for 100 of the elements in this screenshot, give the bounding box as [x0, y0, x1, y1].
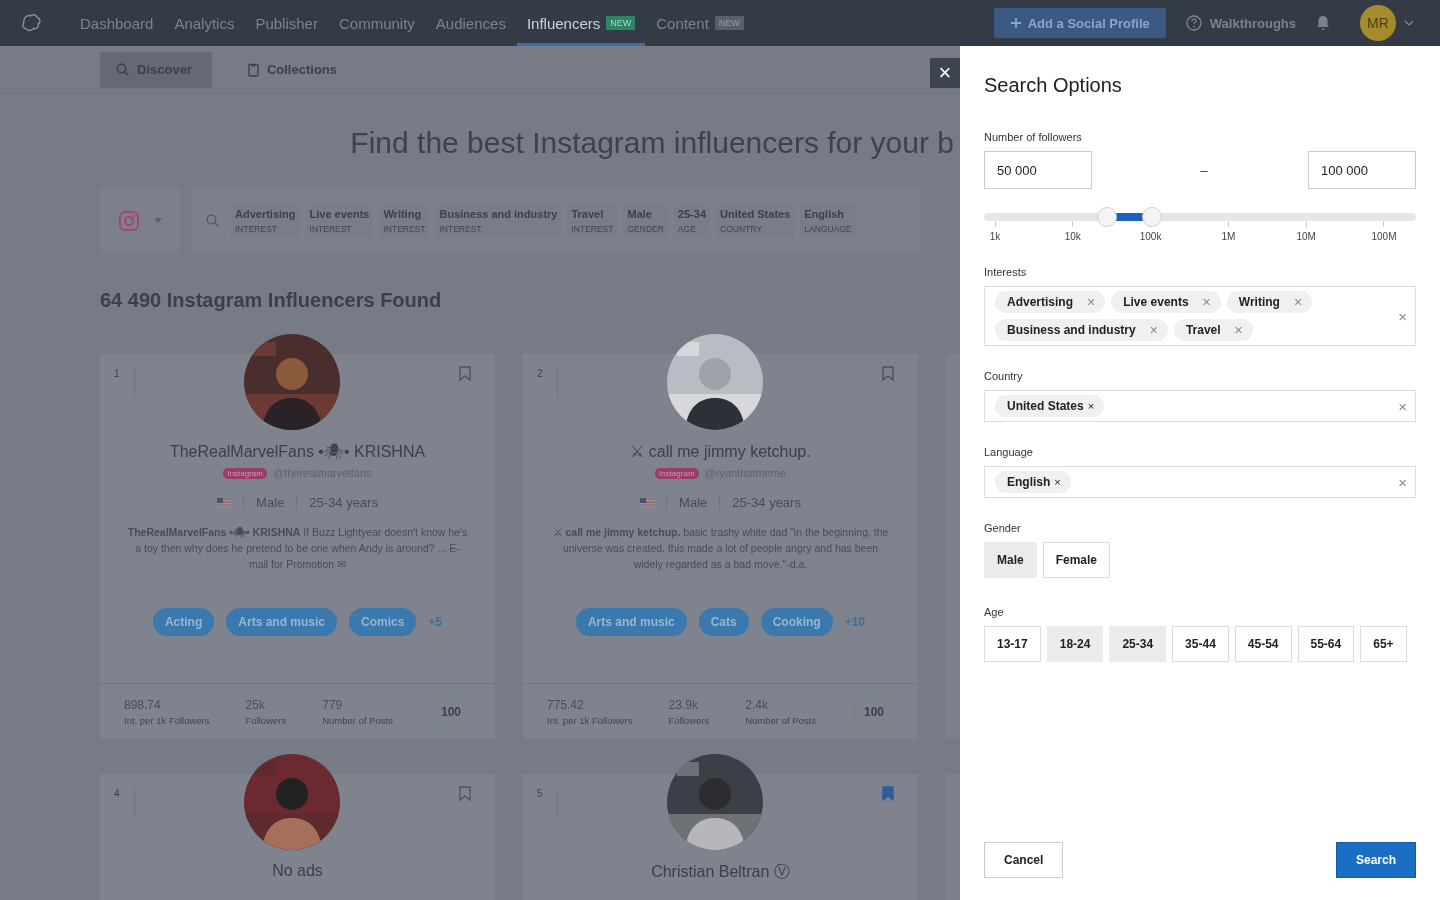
age-option[interactable]: 55-64	[1297, 626, 1355, 662]
age-option[interactable]: 18-24	[1046, 626, 1104, 662]
panel-title: Search Options	[984, 74, 1123, 97]
platform-badge: Instagram	[654, 467, 699, 479]
remove-chip-button[interactable]: ×	[1202, 296, 1211, 308]
slider-thumb[interactable]	[1142, 207, 1163, 227]
nav-tab[interactable]: Dashboard	[70, 0, 164, 46]
cancel-button[interactable]: Cancel	[984, 842, 1064, 878]
rank-number: 5	[537, 788, 558, 818]
tick-label: 10M	[1296, 231, 1316, 242]
us-flag-icon	[640, 497, 655, 508]
tick-label: 1M	[1221, 231, 1236, 242]
nav-tab[interactable]: Audiences	[425, 0, 516, 46]
multi-select-field[interactable]: English × ×	[984, 466, 1416, 498]
remove-chip-button[interactable]: ×	[1149, 324, 1158, 336]
platform-badge: Instagram	[223, 467, 267, 479]
search-icon	[116, 63, 129, 76]
rank-number: 1	[114, 368, 135, 398]
interest-tag[interactable]: Acting	[152, 608, 215, 636]
page-headline: Find the best Instagram influencers for your b	[350, 126, 954, 160]
remove-chip-button[interactable]: ×	[1293, 296, 1303, 308]
field-label: Age	[984, 606, 1005, 618]
nav-tab[interactable]: Publisher	[245, 0, 328, 46]
filter-label: Male	[627, 207, 653, 220]
remove-chip-button[interactable]: ×	[1234, 324, 1243, 336]
filter-label: Advertising	[235, 207, 296, 220]
age-option[interactable]: 13-17	[984, 626, 1041, 662]
caret-icon[interactable]	[1404, 20, 1414, 26]
interest-tag[interactable]: Comics	[349, 608, 417, 636]
chip-label: English	[1007, 475, 1051, 489]
influencer-card[interactable]: 4 No ads	[100, 754, 495, 900]
sub-nav-tab[interactable]: Collections	[231, 51, 357, 88]
clear-button[interactable]: ×	[1398, 307, 1407, 325]
field-label: Number of followers	[984, 131, 1083, 143]
field-label: Interests	[984, 266, 1028, 278]
filter-label: Business and industry	[439, 207, 558, 220]
max-followers-field[interactable]: 100 000	[1308, 151, 1416, 189]
chip-label: Advertising	[1007, 295, 1073, 309]
influencer-name: No ads	[272, 862, 323, 880]
age-option[interactable]: 35-44	[1172, 626, 1229, 662]
us-flag-icon	[217, 497, 232, 508]
multi-select-field[interactable]: Advertising × Live events × Writing × Business and industry × Travel × ×	[984, 286, 1416, 346]
chip-label: Writing	[1238, 295, 1280, 309]
chip-label: Business and industry	[1007, 323, 1136, 337]
bookmark-icon[interactable]	[882, 786, 894, 801]
age-option[interactable]: 25-34	[1109, 626, 1167, 662]
caret-icon	[154, 218, 162, 223]
walkthroughs-link[interactable]: Walkthroughs	[1185, 15, 1296, 31]
influencer-card[interactable]	[523, 334, 918, 739]
clear-button[interactable]: ×	[1398, 473, 1407, 491]
filter-label: Writing	[383, 207, 423, 220]
rank-number: 4	[114, 788, 135, 818]
nav-tab[interactable]: Content NEW	[646, 0, 754, 46]
clear-button[interactable]: ×	[1398, 397, 1407, 415]
bookmark-icon[interactable]	[459, 366, 471, 381]
age-option[interactable]: 65+	[1360, 626, 1407, 662]
new-badge: NEW	[606, 16, 636, 30]
range-separator: –	[1200, 162, 1208, 178]
bookmark-icon[interactable]	[882, 366, 894, 381]
bookmark-icon[interactable]	[459, 786, 471, 801]
interest-tag[interactable]: Cooking	[760, 608, 833, 636]
logo-icon[interactable]	[20, 13, 42, 33]
bell-icon[interactable]	[1316, 15, 1330, 31]
help-icon	[1185, 15, 1202, 31]
remove-chip-button[interactable]: ×	[1087, 296, 1096, 308]
add-social-profile-button[interactable]: Add a Social Profile	[993, 8, 1166, 38]
clipboard-icon	[247, 62, 259, 77]
results-count: 64 490 Instagram Influencers Found	[100, 289, 443, 312]
instagram-icon	[118, 209, 140, 232]
interest-tag[interactable]: Arts and music	[226, 608, 337, 636]
user-avatar[interactable]: MR	[1360, 5, 1396, 41]
nav-tab[interactable]: Influencers NEW	[516, 0, 646, 46]
min-followers-field[interactable]: 50 000	[984, 151, 1092, 189]
gender-option[interactable]: Male	[984, 542, 1037, 578]
filter-label: United States	[720, 207, 791, 220]
interest-tag[interactable]: Arts and music	[575, 608, 687, 636]
field-label: Language	[984, 446, 1034, 458]
gender-option[interactable]: Female	[1042, 542, 1111, 578]
influencer-name: TheRealMarvelFans •🕷• KRISHNA	[169, 442, 426, 461]
filter-label: 25-34	[677, 207, 706, 220]
filter-type: INTEREST	[235, 223, 279, 234]
nav-tab[interactable]: Community	[328, 0, 425, 46]
filter-label: Live events	[309, 207, 370, 220]
search-button[interactable]: Search	[1335, 842, 1416, 878]
close-button[interactable]: ×	[930, 58, 960, 88]
new-badge: NEW	[714, 16, 744, 30]
multi-select-field[interactable]: United States × ×	[984, 390, 1416, 422]
remove-chip-button[interactable]: ×	[1054, 476, 1061, 488]
field-label: Gender	[984, 522, 1022, 534]
remove-chip-button[interactable]: ×	[1087, 400, 1095, 412]
slider-thumb[interactable]	[1097, 207, 1118, 227]
nav-tab[interactable]: Analytics	[164, 0, 245, 46]
influencer-name: Christian Beltran Ⓥ	[651, 862, 790, 882]
search-icon	[206, 214, 219, 227]
tick-label: 10k	[1064, 231, 1081, 242]
age-option[interactable]: 45-54	[1234, 626, 1292, 662]
influencer-card[interactable]: 5 Christian Beltran Ⓥ	[523, 754, 918, 900]
interest-tag[interactable]: Cats	[698, 608, 749, 636]
influencer-card[interactable]	[100, 334, 495, 739]
tick-label: 100k	[1139, 231, 1162, 242]
